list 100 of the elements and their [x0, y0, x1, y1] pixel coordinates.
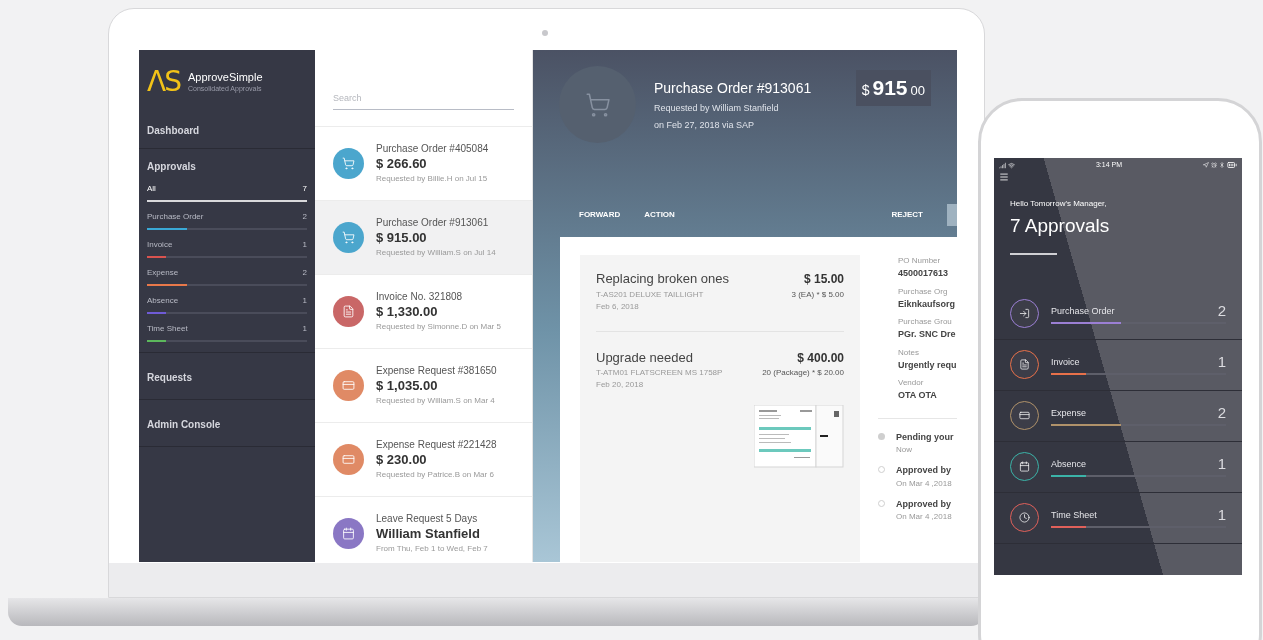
filter-item[interactable]: Time Sheet 1 [147, 323, 307, 342]
request-item[interactable]: Purchase Order #913061 $ 915.00 Requested by William.S on Jul 14 [315, 200, 532, 275]
timeline-title: Approved by [896, 497, 952, 511]
filter-count: 2 [302, 211, 307, 223]
card-icon [1019, 410, 1030, 421]
category-label: Invoice [1051, 355, 1080, 369]
cart-icon [584, 91, 611, 118]
enter-icon [1019, 308, 1030, 319]
field-label: PO Number [898, 255, 942, 267]
order-requester: Requested by William Stanfield [654, 102, 780, 115]
action-button[interactable]: FORWARD [579, 209, 621, 221]
timeline-time: On Mar 4 ,2018 [896, 477, 952, 490]
category-label: Expense [1051, 406, 1087, 420]
category-count: 2 [1217, 303, 1226, 318]
nav-link[interactable]: Dashboard [147, 125, 200, 136]
wifi-icon [1008, 161, 1015, 169]
category-label: Purchase Order [1051, 304, 1115, 318]
cart-icon [342, 156, 355, 170]
field-label: Notes [898, 346, 920, 359]
filter-label: Invoice [147, 239, 173, 251]
request-title: Expense Request #221428 [376, 438, 497, 453]
field-value: 4500017613 [898, 267, 950, 280]
line-item-title: Replacing broken ones [596, 270, 729, 288]
filter-label: Time Sheet [147, 323, 188, 335]
filter-count: 7 [302, 183, 307, 195]
order-date: on Feb 27, 2018 via SAP [654, 118, 756, 132]
action-button[interactable]: ACTION [644, 209, 675, 221]
logo: ΛS [147, 68, 180, 96]
section-heading[interactable]: Approvals [147, 159, 307, 174]
field-label: Purchase Grou [898, 316, 953, 328]
brand-name: ApproveSimple [187, 70, 263, 85]
filter-label: All [147, 183, 156, 195]
line-item-title: Upgrade needed [596, 348, 693, 367]
line-item-total: $ 15.00 [803, 271, 844, 288]
field-label: Vendor [898, 377, 925, 389]
menu-icon[interactable] [999, 172, 1009, 182]
search-field[interactable]: Search [333, 92, 514, 110]
request-title: Expense Request #381650 [376, 364, 497, 379]
line-item-date: Feb 20, 2018 [596, 379, 645, 391]
filter-item[interactable]: Absence 1 [147, 295, 307, 314]
request-amount: $ 266.60 [376, 156, 428, 173]
battery-icon [1227, 160, 1237, 170]
request-meta: Requested by Billie.H on Jul 15 [376, 172, 489, 185]
request-meta: From Thu, Feb 1 to Wed, Feb 7 [376, 542, 488, 555]
request-amount: $ 915.00 [376, 230, 428, 247]
filter-item[interactable]: Invoice 1 [147, 239, 307, 258]
bluetooth-icon [1219, 162, 1225, 168]
document-icon [1019, 359, 1030, 370]
line-item-date: Feb 6, 2018 [596, 300, 640, 313]
request-title: Purchase Order #913061 [376, 216, 490, 231]
camera-icon [542, 30, 548, 36]
filter-item[interactable]: All 7 [147, 183, 307, 202]
filter-item[interactable]: Expense 2 [147, 267, 307, 286]
category-row[interactable]: Expense 2 [994, 390, 1242, 442]
filter-count: 1 [302, 239, 307, 251]
timeline-time: On Mar 4 ,2018 [896, 511, 952, 523]
line-item-total: $ 400.00 [797, 349, 844, 367]
greeting: Hello Tomorrow's Manager, [1010, 198, 1108, 210]
amount-cents: 00 [910, 82, 925, 100]
category-count: 1 [1217, 354, 1226, 369]
nav-link[interactable]: Admin Console [147, 419, 221, 430]
field-value: Urgently requ [898, 358, 957, 372]
category-row[interactable]: Purchase Order 2 [994, 288, 1242, 340]
request-meta: Requested by William.S on Mar 4 [376, 394, 496, 407]
order-title: Purchase Order #913061 [654, 79, 813, 98]
amount-whole: 915 [872, 75, 908, 101]
request-amount: $ 1,330.00 [376, 304, 439, 321]
signal-icon [999, 161, 1006, 169]
field-value: OTA OTA [898, 389, 938, 402]
line-item-code: T-ATM01 FLATSCREEN MS 1758P [596, 367, 723, 379]
request-meta: Requested by Simonne.D on Mar 5 [376, 320, 501, 333]
filter-item[interactable]: Purchase Order 2 [147, 211, 307, 230]
timeline-time: Now [896, 444, 913, 456]
filter-label: Expense [147, 267, 179, 279]
nav-link[interactable]: Requests [147, 372, 192, 383]
calendar-icon [342, 526, 355, 540]
filter-count: 1 [302, 295, 307, 307]
category-label: Time Sheet [1051, 508, 1097, 522]
cart-icon [342, 230, 355, 244]
clock-icon [1019, 512, 1030, 523]
request-amount: William Stanfield [376, 526, 481, 543]
line-item-quantity: 20 (Package) * $ 20.00 [762, 367, 844, 379]
request-title: Leave Request 5 Days [376, 512, 479, 527]
category-label: Absence [1051, 457, 1087, 471]
card-icon [342, 452, 355, 466]
alarm-icon [1211, 162, 1217, 168]
approvals-heading: 7 Approvals [1010, 214, 1111, 238]
reject-button[interactable]: REJECT [891, 209, 923, 221]
field-value: PGr. SNC Dre [898, 328, 957, 341]
category-count: 2 [1217, 405, 1226, 420]
category-row[interactable]: Absence 1 [994, 441, 1242, 493]
location-icon [1203, 162, 1209, 168]
timeline-title: Pending your [896, 430, 954, 444]
field-value: Eiknkaufsorg [898, 297, 956, 311]
request-meta: Requested by Patrice.B on Mar 6 [376, 468, 495, 481]
request-meta: Requested by William.S on Jul 14 [376, 246, 496, 259]
category-row[interactable]: Invoice 1 [994, 339, 1242, 391]
document-icon [342, 304, 355, 318]
category-row[interactable]: Time Sheet 1 [994, 492, 1242, 544]
category-count: 1 [1217, 456, 1226, 471]
